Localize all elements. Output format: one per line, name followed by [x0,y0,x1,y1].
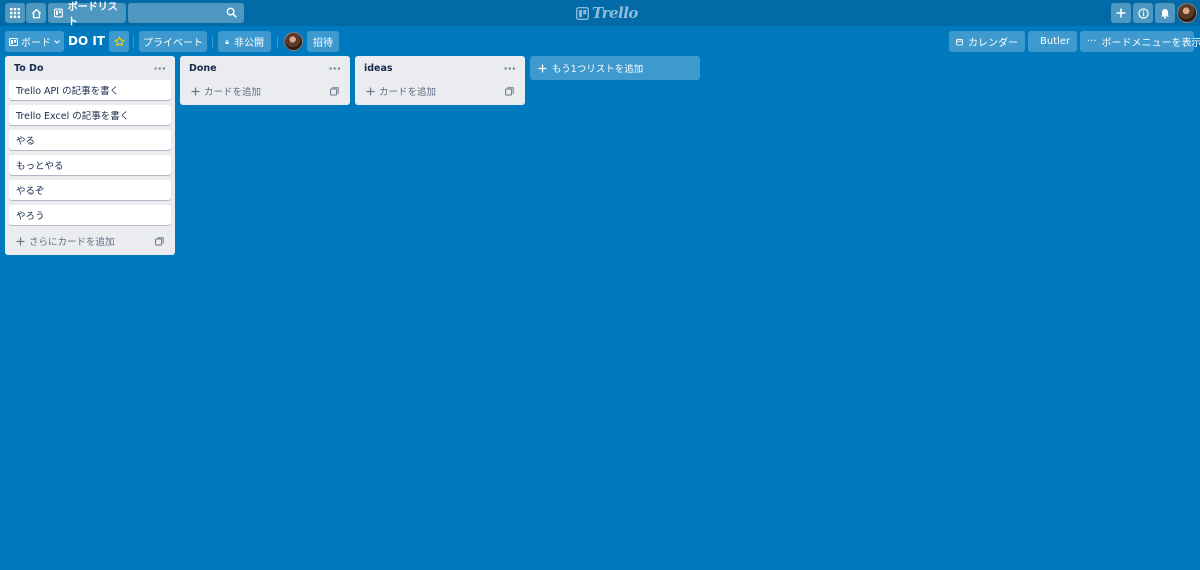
add-card-label: カードを追加 [379,87,437,98]
more-dots-icon: ··· [1087,35,1097,47]
boards-button[interactable]: ボードリスト [48,2,126,28]
butler-label: Butler [1040,36,1071,47]
add-card-label: さらにカードを追加 [29,237,115,248]
card[interactable]: もっとやる [9,155,171,175]
visibility-label: プライベート [143,38,203,49]
top-header: ボードリスト Trello [0,0,1200,28]
header-divider [277,36,278,48]
star-icon [113,36,125,47]
list-done[interactable]: Done ··· カードを追加 [180,56,350,105]
board-menu-label: ボードメニューを表示 [1101,38,1200,49]
board-menu-button[interactable]: ··· ボードメニューを表示 [1080,31,1200,52]
list-todo[interactable]: To Do ··· Trello API の記事を書く Trello Excel… [5,56,175,255]
list-title[interactable]: To Do [14,63,43,74]
apps-grid-icon [10,8,20,18]
home-icon [31,8,41,18]
board-switch-label: ボード [21,38,51,49]
card-title: やるぞ [16,186,45,197]
calendar-label: カレンダー [968,38,1018,49]
card[interactable]: Trello Excel の記事を書く [9,105,171,125]
apps-button[interactable] [5,3,25,23]
home-button[interactable] [26,3,46,23]
header-divider [133,36,134,48]
invite-label: 招待 [313,38,333,49]
chevron-down-icon [54,39,60,44]
header-divider [212,36,213,48]
plus-icon [1116,8,1126,18]
star-button[interactable] [109,31,129,52]
calendar-icon [956,38,963,45]
trello-logo-text: Trello [592,4,638,22]
notifications-button[interactable] [1155,3,1175,23]
board-icon [54,8,63,18]
card-title: Trello Excel の記事を書く [16,111,130,122]
add-list-button[interactable]: もう1つリストを追加 [530,56,700,80]
board-header: ボード DO IT プライベート 非公開 招待 カレンダー Butler ···… [0,26,1200,56]
card-title: やる [16,136,36,147]
trello-logo-icon [576,6,589,20]
list-title[interactable]: Done [189,63,217,74]
plus-icon [191,87,200,95]
add-card-button[interactable]: カードを追加 [359,80,521,102]
list-header[interactable]: Done ··· [180,56,350,80]
info-button[interactable] [1133,3,1153,23]
bell-icon [1161,8,1169,19]
add-card-label: カードを追加 [204,87,262,98]
card-template-icon[interactable] [505,86,514,96]
card[interactable]: Trello API の記事を書く [9,80,171,100]
calendar-button[interactable]: カレンダー [949,31,1025,52]
card[interactable]: やろう [9,205,171,225]
list-header[interactable]: To Do ··· [5,56,175,80]
list-ideas[interactable]: ideas ··· カードを追加 [355,56,525,105]
trello-logo[interactable]: Trello [576,4,638,22]
card[interactable]: やる [9,130,171,150]
invite-button[interactable]: 招待 [307,31,339,52]
add-card-button[interactable]: さらにカードを追加 [9,230,171,252]
lock-icon [225,39,229,44]
list-menu-icon[interactable]: ··· [328,63,341,74]
list-title[interactable]: ideas [364,63,393,74]
user-avatar[interactable] [1177,3,1197,23]
boards-button-label: ボードリスト [67,2,118,28]
team-visibility-label: 非公開 [234,38,264,49]
team-visibility-button[interactable]: 非公開 [218,31,271,52]
list-menu-icon[interactable]: ··· [503,63,516,74]
butler-button[interactable]: Butler [1028,31,1077,52]
card-title: やろう [16,211,45,222]
card-template-icon[interactable] [155,236,164,246]
card-title: Trello API の記事を書く [16,86,120,97]
search-icon [226,7,237,18]
plus-icon [538,64,547,72]
card[interactable]: やるぞ [9,180,171,200]
card-template-icon[interactable] [330,86,339,96]
plus-icon [16,237,25,245]
board-title[interactable]: DO IT [68,34,105,48]
list-menu-icon[interactable]: ··· [153,63,166,74]
info-icon [1137,7,1149,19]
member-avatar[interactable] [284,32,303,51]
visibility-button[interactable]: プライベート [139,31,207,52]
card-title: もっとやる [16,161,64,172]
add-list-label: もう1つリストを追加 [552,64,644,75]
list-header[interactable]: ideas ··· [355,56,525,80]
plus-icon [366,87,375,95]
board-switch-button[interactable]: ボード [5,31,64,52]
board-icon [9,37,18,46]
search-input[interactable] [128,3,244,23]
add-card-button[interactable]: カードを追加 [184,80,346,102]
create-button[interactable] [1111,3,1131,23]
